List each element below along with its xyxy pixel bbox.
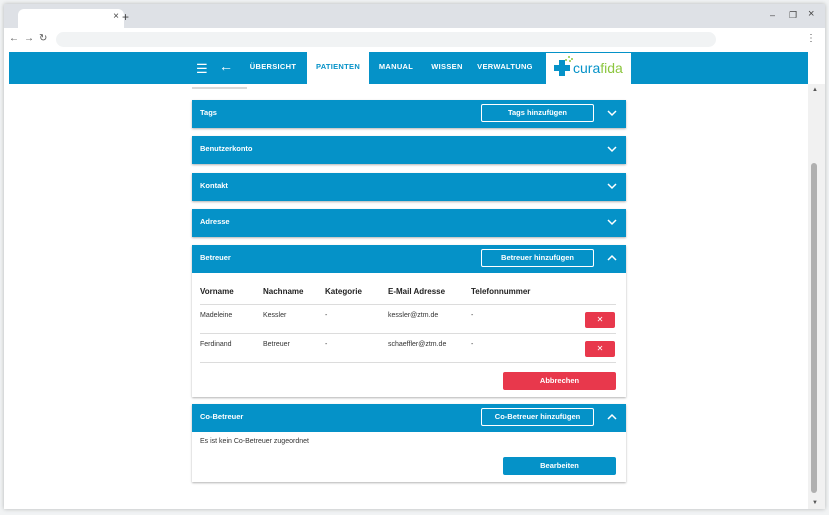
browser-toolbar: ← → ↻ ⋮ [4, 28, 825, 52]
caregivers-table: Vorname Nachname Kategorie E-Mail Adress… [192, 273, 626, 397]
back-arrow-icon[interactable]: ← [219, 58, 233, 74]
panel-address-header[interactable]: Adresse [192, 209, 626, 237]
hamburger-menu-icon[interactable]: ☰ [196, 61, 208, 77]
nav-verwaltung[interactable]: VERWALTUNG [473, 52, 537, 84]
browser-window: × + – ❐ × ← → ↻ ⋮ ☰ ← ÜBERSICHT PATIENTE… [4, 4, 825, 509]
table-divider [200, 362, 616, 363]
chevron-down-icon[interactable] [606, 142, 618, 156]
cell-email: kessler@ztm.de [388, 312, 439, 319]
panel-account-header[interactable]: Benutzerkonto [192, 136, 626, 164]
edit-button[interactable]: Bearbeiten [503, 457, 616, 475]
table-row: Madeleine Kessler - kessler@ztm.de - ✕ [200, 304, 616, 333]
delete-caregiver-button[interactable]: ✕ [585, 312, 615, 328]
cell-last-name: Betreuer [263, 341, 290, 348]
panel-cocaregivers-header[interactable]: Co-Betreuer Co-Betreuer hinzufügen [192, 404, 626, 432]
app-header: ☰ ← ÜBERSICHT PATIENTEN MANUAL WISSEN VE… [9, 52, 808, 84]
cell-first-name: Ferdinand [200, 341, 232, 348]
browser-tab[interactable]: × [18, 9, 124, 28]
close-icon: ✕ [596, 344, 604, 353]
cell-first-name: Madeleine [200, 312, 233, 319]
table-row: Ferdinand Betreuer - schaeffler@ztm.de -… [200, 333, 616, 362]
panel-cocaregivers: Co-Betreuer Co-Betreuer hinzufügen Es is… [192, 404, 626, 482]
column-header: Telefonnummer [471, 287, 531, 296]
cell-last-name: Kessler [263, 312, 287, 319]
vertical-scrollbar[interactable]: ▲ ▼ [808, 84, 825, 509]
address-bar[interactable] [56, 32, 716, 47]
chevron-down-icon[interactable] [606, 106, 618, 120]
nav-manual[interactable]: MANUAL [373, 52, 419, 84]
restore-icon[interactable]: ❐ [789, 10, 797, 21]
add-caregiver-button[interactable]: Betreuer hinzufügen [481, 249, 594, 267]
close-icon: ✕ [596, 315, 604, 324]
chevron-up-icon[interactable] [606, 251, 618, 265]
column-header: Vorname [200, 287, 234, 296]
cancel-button[interactable]: Abbrechen [503, 372, 616, 390]
scroll-down-icon[interactable]: ▼ [812, 500, 818, 506]
back-icon[interactable]: ← [9, 33, 19, 44]
minimize-icon[interactable]: – [770, 10, 775, 20]
column-header: E-Mail Adresse [388, 287, 446, 296]
chevron-up-icon[interactable] [606, 410, 618, 424]
delete-caregiver-button[interactable]: ✕ [585, 341, 615, 357]
cocaregivers-body: Es ist kein Co-Betreuer zugeordnet Bearb… [192, 432, 626, 482]
tab-underline [192, 87, 247, 89]
logo-cross-icon [554, 60, 570, 76]
panel-title: Kontakt [200, 181, 228, 190]
panel-title: Tags [200, 108, 217, 117]
panel-caregivers-header[interactable]: Betreuer Betreuer hinzufügen [192, 245, 626, 273]
scroll-thumb[interactable] [811, 163, 817, 493]
chevron-down-icon[interactable] [606, 179, 618, 193]
add-cocaregiver-button[interactable]: Co-Betreuer hinzufügen [481, 408, 594, 426]
panel-contact-header[interactable]: Kontakt [192, 173, 626, 201]
cell-email: schaeffler@ztm.de [388, 341, 447, 348]
nav-patienten[interactable]: PATIENTEN [307, 52, 369, 84]
panel-title: Benutzerkonto [200, 144, 253, 153]
chevron-down-icon[interactable] [606, 215, 618, 229]
scroll-up-icon[interactable]: ▲ [812, 87, 818, 93]
forward-icon[interactable]: → [24, 33, 34, 44]
panel-account: Benutzerkonto [192, 136, 626, 164]
panel-caregivers: Betreuer Betreuer hinzufügen Vorname Nac… [192, 245, 626, 397]
tab-close-icon[interactable]: × [113, 11, 119, 22]
browser-menu-icon[interactable]: ⋮ [806, 33, 816, 44]
tab-strip: × + – ❐ × [4, 4, 825, 28]
nav-uebersicht[interactable]: ÜBERSICHT [245, 52, 301, 84]
reload-icon[interactable]: ↻ [39, 33, 47, 44]
panel-title: Co-Betreuer [200, 412, 244, 421]
empty-state-text: Es ist kein Co-Betreuer zugeordnet [200, 438, 309, 445]
cell-category: - [325, 341, 328, 348]
nav-wissen[interactable]: WISSEN [427, 52, 467, 84]
cell-phone: - [471, 341, 474, 348]
window-close-icon[interactable]: × [808, 8, 814, 20]
panel-contact: Kontakt [192, 173, 626, 201]
panel-title: Betreuer [200, 253, 231, 262]
panel-tags: Tags Tags hinzufügen [192, 100, 626, 128]
cell-phone: - [471, 312, 474, 319]
column-header: Kategorie [325, 287, 362, 296]
page-viewport: ☰ ← ÜBERSICHT PATIENTEN MANUAL WISSEN VE… [4, 52, 825, 509]
new-tab-icon[interactable]: + [122, 10, 129, 24]
cell-category: - [325, 312, 328, 319]
curafida-logo: curafida [546, 53, 631, 84]
panel-address: Adresse [192, 209, 626, 237]
column-header: Nachname [263, 287, 304, 296]
panel-tags-header[interactable]: Tags Tags hinzufügen [192, 100, 626, 128]
panel-title: Adresse [200, 217, 230, 226]
logo-text: curafida [573, 60, 623, 76]
add-tags-button[interactable]: Tags hinzufügen [481, 104, 594, 122]
